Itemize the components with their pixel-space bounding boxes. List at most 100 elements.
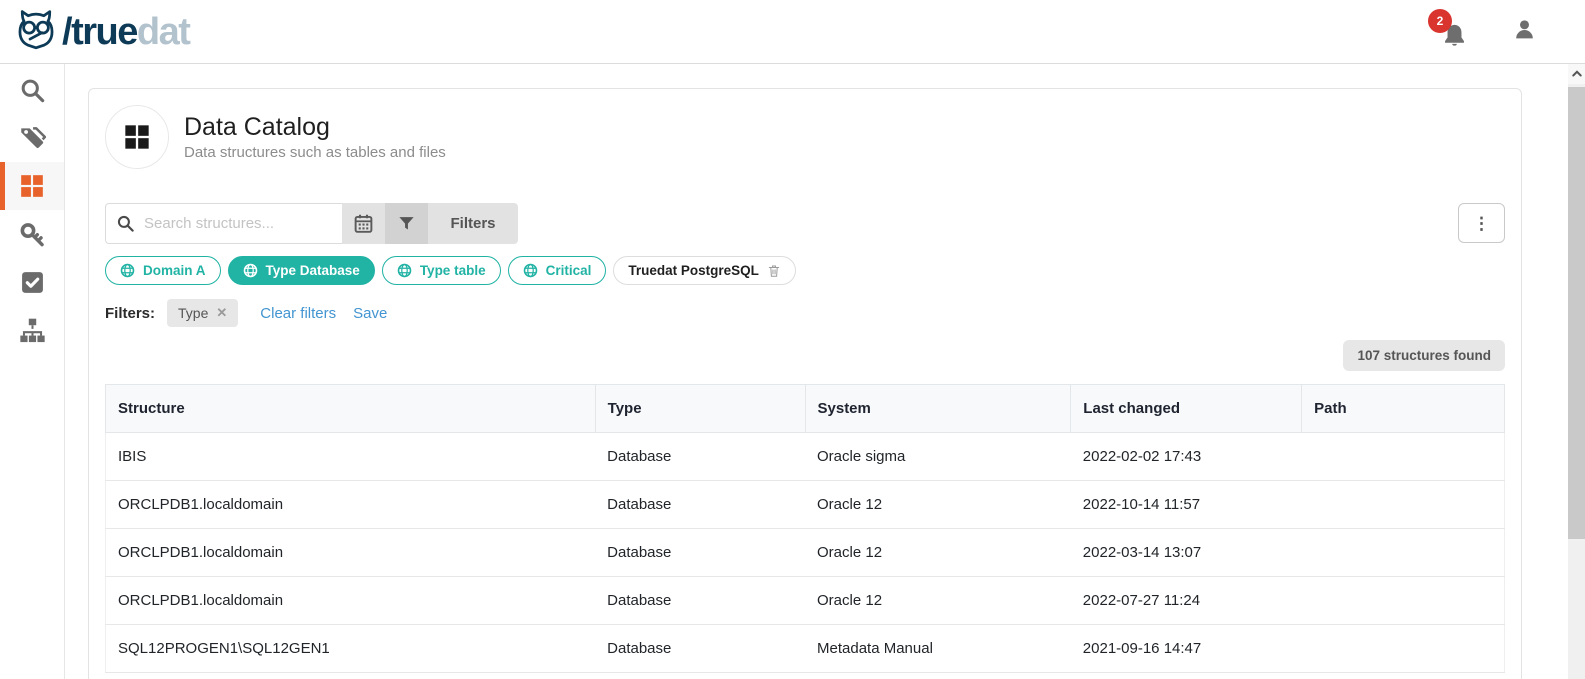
filter-chip-truedat-postgresql[interactable]: Truedat PostgreSQL xyxy=(613,256,796,285)
table-row[interactable]: SQL12PROGEN1\SQL12GEN1DatabaseMetadata M… xyxy=(106,625,1505,673)
structures-table: StructureTypeSystemLast changedPath IBIS… xyxy=(105,384,1505,673)
cell-path xyxy=(1302,433,1505,481)
cell-type: Database xyxy=(595,577,805,625)
remove-filter-icon[interactable]: ✕ xyxy=(216,305,227,321)
page-title: Data Catalog xyxy=(184,113,446,142)
cell-system: Oracle sigma xyxy=(805,433,1071,481)
sidebar-item-tags[interactable] xyxy=(0,114,64,162)
column-header-system[interactable]: System xyxy=(805,385,1071,433)
catalog-grid-icon xyxy=(105,105,169,169)
page-subtitle: Data structures such as tables and files xyxy=(184,144,446,161)
kebab-icon: ⋮ xyxy=(1473,215,1490,232)
cell-structure: ORCLPDB1.localdomain xyxy=(106,481,596,529)
chip-label: Domain A xyxy=(143,263,206,278)
main-content: Data Catalog Data structures such as tab… xyxy=(65,64,1568,679)
filter-chip-domain-a[interactable]: Domain A xyxy=(105,256,221,285)
cell-type: Database xyxy=(595,481,805,529)
chip-label: Type Database xyxy=(266,263,360,278)
globe-icon xyxy=(397,263,412,278)
filter-chip-type-database[interactable]: Type Database xyxy=(228,256,375,285)
filters-button[interactable]: Filters xyxy=(428,203,518,244)
user-menu-button[interactable] xyxy=(1512,17,1537,47)
globe-icon xyxy=(120,263,135,278)
column-header-type[interactable]: Type xyxy=(595,385,805,433)
cell-last-changed: 2022-03-14 13:07 xyxy=(1071,529,1302,577)
cell-path xyxy=(1302,481,1505,529)
scrollbar-thumb[interactable] xyxy=(1568,87,1585,539)
sidebar-item-key[interactable] xyxy=(0,210,64,258)
data-catalog-card: Data Catalog Data structures such as tab… xyxy=(88,88,1522,679)
scroll-up-button[interactable] xyxy=(1568,64,1585,84)
cell-last-changed: 2021-09-16 14:47 xyxy=(1071,625,1302,673)
sidebar-item-sitemap[interactable] xyxy=(0,306,64,354)
cell-path xyxy=(1302,529,1505,577)
filters-label: Filters: xyxy=(105,305,155,322)
more-options-button[interactable]: ⋮ xyxy=(1458,203,1505,243)
cell-structure: IBIS xyxy=(106,433,596,481)
catalog-header: Data Catalog Data structures such as tab… xyxy=(105,105,1505,169)
sidebar-item-search[interactable] xyxy=(0,66,64,114)
cell-structure: ORCLPDB1.localdomain xyxy=(106,529,596,577)
cell-type: Database xyxy=(595,625,805,673)
brand-wordmark: /truedat xyxy=(62,13,189,51)
sidebar-item-check-square[interactable] xyxy=(0,258,64,306)
search-input[interactable] xyxy=(105,203,342,244)
search-icon xyxy=(19,77,46,104)
cell-structure: ORCLPDB1.localdomain xyxy=(106,577,596,625)
table-row[interactable]: ORCLPDB1.localdomainDatabaseOracle 12202… xyxy=(106,577,1505,625)
cell-system: Oracle 12 xyxy=(805,481,1071,529)
applied-filter-type: Type ✕ xyxy=(167,299,238,327)
cell-path xyxy=(1302,625,1505,673)
applied-filters-bar: Filters: Type ✕ Clear filters Save xyxy=(105,299,1505,327)
app-header: /truedat 2 xyxy=(0,0,1585,64)
owl-logo-icon xyxy=(14,7,58,56)
check-square-icon xyxy=(20,270,45,295)
cell-system: Metadata Manual xyxy=(805,625,1071,673)
column-header-structure[interactable]: Structure xyxy=(106,385,596,433)
calendar-filter-button[interactable] xyxy=(342,203,385,244)
tags-icon xyxy=(19,125,46,152)
results-count-badge: 107 structures found xyxy=(1343,340,1505,371)
notifications-button[interactable]: 2 xyxy=(1438,15,1468,49)
cell-path xyxy=(1302,577,1505,625)
trash-icon[interactable] xyxy=(767,264,781,278)
cell-structure: SQL12PROGEN1\SQL12GEN1 xyxy=(106,625,596,673)
chip-label: Type table xyxy=(420,263,486,278)
table-row[interactable]: IBISDatabaseOracle sigma2022-02-02 17:43 xyxy=(106,433,1505,481)
grid-icon xyxy=(19,173,45,199)
filter-chip-type-table[interactable]: Type table xyxy=(382,256,501,285)
sidebar-nav xyxy=(0,64,65,679)
chip-label: Critical xyxy=(546,263,592,278)
filter-funnel-button[interactable] xyxy=(385,203,428,244)
funnel-icon xyxy=(397,214,416,233)
calendar-icon xyxy=(353,213,374,234)
column-header-last-changed[interactable]: Last changed xyxy=(1071,385,1302,433)
cell-last-changed: 2022-10-14 11:57 xyxy=(1071,481,1302,529)
cell-last-changed: 2022-07-27 11:24 xyxy=(1071,577,1302,625)
cell-last-changed: 2022-02-02 17:43 xyxy=(1071,433,1302,481)
truedat-logo[interactable]: /truedat xyxy=(14,7,189,56)
sidebar-item-grid[interactable] xyxy=(0,162,64,210)
globe-icon xyxy=(243,263,258,278)
table-header-row: StructureTypeSystemLast changedPath xyxy=(106,385,1505,433)
chevron-up-icon xyxy=(1571,68,1583,80)
filter-chip-critical[interactable]: Critical xyxy=(508,256,607,285)
globe-icon xyxy=(523,263,538,278)
user-icon xyxy=(1512,17,1537,42)
sitemap-icon xyxy=(19,317,46,344)
table-row[interactable]: ORCLPDB1.localdomainDatabaseOracle 12202… xyxy=(106,529,1505,577)
notification-count-badge: 2 xyxy=(1428,9,1452,33)
column-header-path[interactable]: Path xyxy=(1302,385,1505,433)
key-icon xyxy=(19,221,46,248)
save-filters-link[interactable]: Save xyxy=(353,305,387,322)
clear-filters-link[interactable]: Clear filters xyxy=(260,305,336,322)
table-row[interactable]: ORCLPDB1.localdomainDatabaseOracle 12202… xyxy=(106,481,1505,529)
cell-type: Database xyxy=(595,433,805,481)
cell-system: Oracle 12 xyxy=(805,577,1071,625)
cell-type: Database xyxy=(595,529,805,577)
search-icon xyxy=(116,214,135,238)
filter-chips-row: Domain A Type Database Type table Critical T… xyxy=(105,256,1505,285)
applied-filter-label: Type xyxy=(178,305,208,321)
toolbar: Filters ⋮ xyxy=(105,203,1505,244)
vertical-scrollbar xyxy=(1568,64,1585,679)
